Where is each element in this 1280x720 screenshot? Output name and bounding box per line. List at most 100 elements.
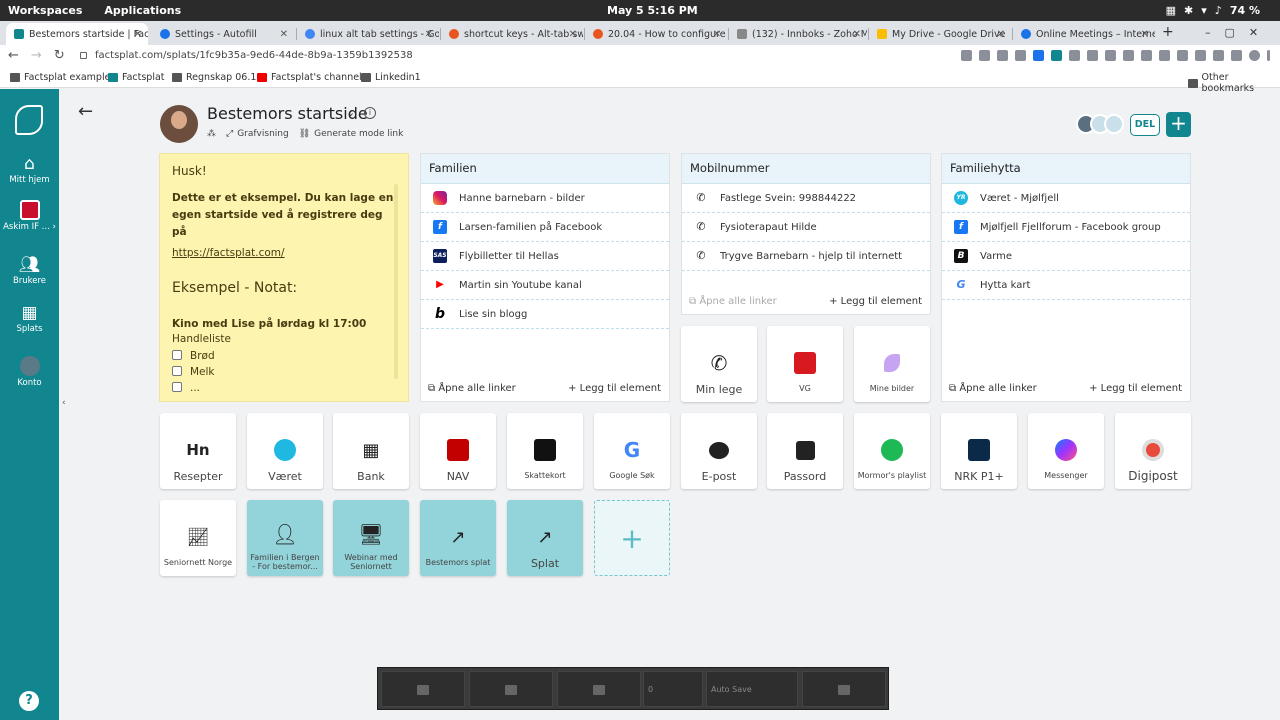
tab-google-drive[interactable]: My Drive - Google Drive ✕ [869,23,1011,45]
note-scrollbar[interactable] [394,184,398,379]
generate-mode-link[interactable]: ⛓ Generate mode link [299,129,404,139]
zoom-icon[interactable] [997,50,1008,61]
applications-menu[interactable]: Applications [104,4,181,17]
extension-icon[interactable] [1195,50,1206,61]
delete-button[interactable] [802,671,886,707]
bookmark-factsplat[interactable]: Factsplat [108,72,165,83]
tile-messenger[interactable]: Messenger [1028,413,1104,489]
tile-mine-bilder[interactable]: Mine bilder [854,326,930,402]
tab-online-meetings[interactable]: Online Meetings – Interne ✕ [1013,23,1155,45]
profile-avatar[interactable] [1249,50,1260,61]
tab-bestemors[interactable]: Bestemors startside | Fac ✕ [6,23,148,45]
tile-nrk-p1[interactable]: NRK P1+ [941,413,1017,489]
open-all-links[interactable]: ⧉ Åpne alle linker [949,383,1037,394]
tile-passord[interactable]: Passord [767,413,843,489]
share-icon[interactable] [1015,50,1026,61]
screen-toggle-button[interactable] [381,671,465,707]
sidebar-item-askim[interactable]: Askim IF ... › [0,200,59,232]
collaborator-avatars[interactable] [1076,114,1124,134]
close-icon[interactable]: ✕ [1141,29,1149,40]
tile-skattekort[interactable]: Skattekort [507,413,583,489]
forward-icon[interactable]: → [31,48,42,63]
tile-familien-bergen[interactable]: 👤︎ Familien i Bergen - For bestemor... [247,500,323,576]
link-row[interactable]: ✆ Trygve Barnebarn - hjelp til internett [682,242,930,271]
workspaces-menu[interactable]: Workspaces [8,4,82,17]
key-icon[interactable] [961,50,972,61]
battery-label[interactable]: 74 % [1230,4,1260,17]
tile-bestemors-splat[interactable]: ↗ Bestemors splat [420,500,496,576]
lock-icon[interactable] [80,52,87,59]
checklist-item[interactable]: Brød [172,350,396,362]
link-row[interactable]: YR Været - Mjølfjell [942,184,1190,213]
close-icon[interactable]: ✕ [134,29,142,40]
link-row[interactable]: ✆ Fastlege Svein: 998844222 [682,184,930,213]
volume-icon[interactable]: ♪ [1215,4,1222,17]
extension-icon[interactable] [1087,50,1098,61]
puzzle-icon[interactable] [1213,50,1224,61]
autosave-select[interactable]: Auto Save [706,671,798,707]
sidebar-item-konto[interactable]: Konto [0,356,59,388]
link-row[interactable]: Hanne barnebarn - bilder [421,184,669,213]
extension-icon[interactable] [1141,50,1152,61]
checklist-item[interactable]: Melk [172,366,396,378]
tab-settings[interactable]: Settings - Autofill ✕ [152,23,294,45]
grafvisning-link[interactable]: ⤢ Grafvisning [226,129,289,139]
checkbox[interactable] [172,382,182,392]
sidepanel-icon[interactable] [1231,50,1242,61]
add-tile-button[interactable]: + [594,500,670,576]
close-icon[interactable]: ✕ [280,29,288,40]
collapse-sidebar-icon[interactable]: ‹ [62,398,66,408]
tile-min-lege[interactable]: ✆ Min lege [681,326,757,402]
bookmark-regnskap[interactable]: Regnskap 06.10 [172,72,262,83]
close-icon[interactable]: ✕ [569,29,577,40]
chevron-down-icon[interactable]: ⌄ [346,106,355,119]
add-element-link[interactable]: + Legg til element [829,296,922,307]
factsplat-ext-icon[interactable] [1051,50,1062,61]
info-icon[interactable]: i [364,107,376,119]
tile-webinar[interactable]: 🖥︎ Webinar med Seniornett [333,500,409,576]
graph-icon[interactable]: ⁂ [207,129,216,139]
tile-google-sok[interactable]: G Google Søk [594,413,670,489]
bookmark-linkedin[interactable]: Linkedin1 [361,72,421,83]
tile-seniornett[interactable]: 📈︎ Seniornett Norge [160,500,236,576]
tile-vg[interactable]: VG [767,326,843,402]
clock[interactable]: May 5 5:16 PM [607,4,698,17]
add-button[interactable]: + [1166,112,1191,137]
reload-icon[interactable]: ↻ [54,48,65,63]
extension-icon[interactable] [1123,50,1134,61]
sidebar-item-brukere[interactable]: 👥︎ Brukere [0,256,59,286]
checkbox[interactable] [172,366,182,376]
help-button[interactable]: ? [19,691,39,711]
sidebar-item-mitt-hjem[interactable]: ⌂ Mitt hjem [0,155,59,185]
close-icon[interactable]: ✕ [425,29,433,40]
tile-bank[interactable]: ▦ Bank [333,413,409,489]
card-title[interactable]: Familien [421,154,669,184]
tile-resepter[interactable]: Hn Resepter [160,413,236,489]
wifi-icon[interactable]: ▾ [1201,4,1207,17]
add-element-link[interactable]: + Legg til element [568,383,661,394]
install-icon[interactable] [979,50,990,61]
link-row[interactable]: f Mjølfjell Fjellforum - Facebook group [942,213,1190,242]
back-arrow-icon[interactable]: ← [78,101,93,122]
network-icon[interactable]: ▦ [1166,4,1176,17]
link-row[interactable]: ▶ Martin sin Youtube kanal [421,271,669,300]
bookmark-other[interactable]: Other bookmarks [1188,72,1280,94]
tile-vaeret[interactable]: Været [247,413,323,489]
card-title[interactable]: Mobilnummer [682,154,930,184]
close-icon[interactable]: ✕ [713,29,721,40]
sidebar-item-splats[interactable]: ▦ Splats [0,304,59,334]
share-button[interactable]: DEL [1130,114,1160,136]
add-element-link[interactable]: + Legg til element [1089,383,1182,394]
region-button[interactable] [557,671,641,707]
page-title[interactable]: Bestemors startside [207,104,368,123]
note-card[interactable]: Husk! Dette er et eksempel. Du kan lage … [159,153,409,402]
tab-askubuntu-1[interactable]: shortcut keys - Alt-tab sw ✕ [441,23,583,45]
card-title[interactable]: Familiehytta [942,154,1190,184]
tile-e-post[interactable]: E-post [681,413,757,489]
tile-nav[interactable]: NAV [420,413,496,489]
tile-digipost[interactable]: Digipost [1115,413,1191,489]
note-link[interactable]: https://factsplat.com/ [172,247,285,259]
link-row[interactable]: b Lise sin blogg [421,300,669,329]
link-row[interactable]: f Larsen-familien på Facebook [421,213,669,242]
bookmark-factsplat-example[interactable]: Factsplat example [10,72,110,83]
